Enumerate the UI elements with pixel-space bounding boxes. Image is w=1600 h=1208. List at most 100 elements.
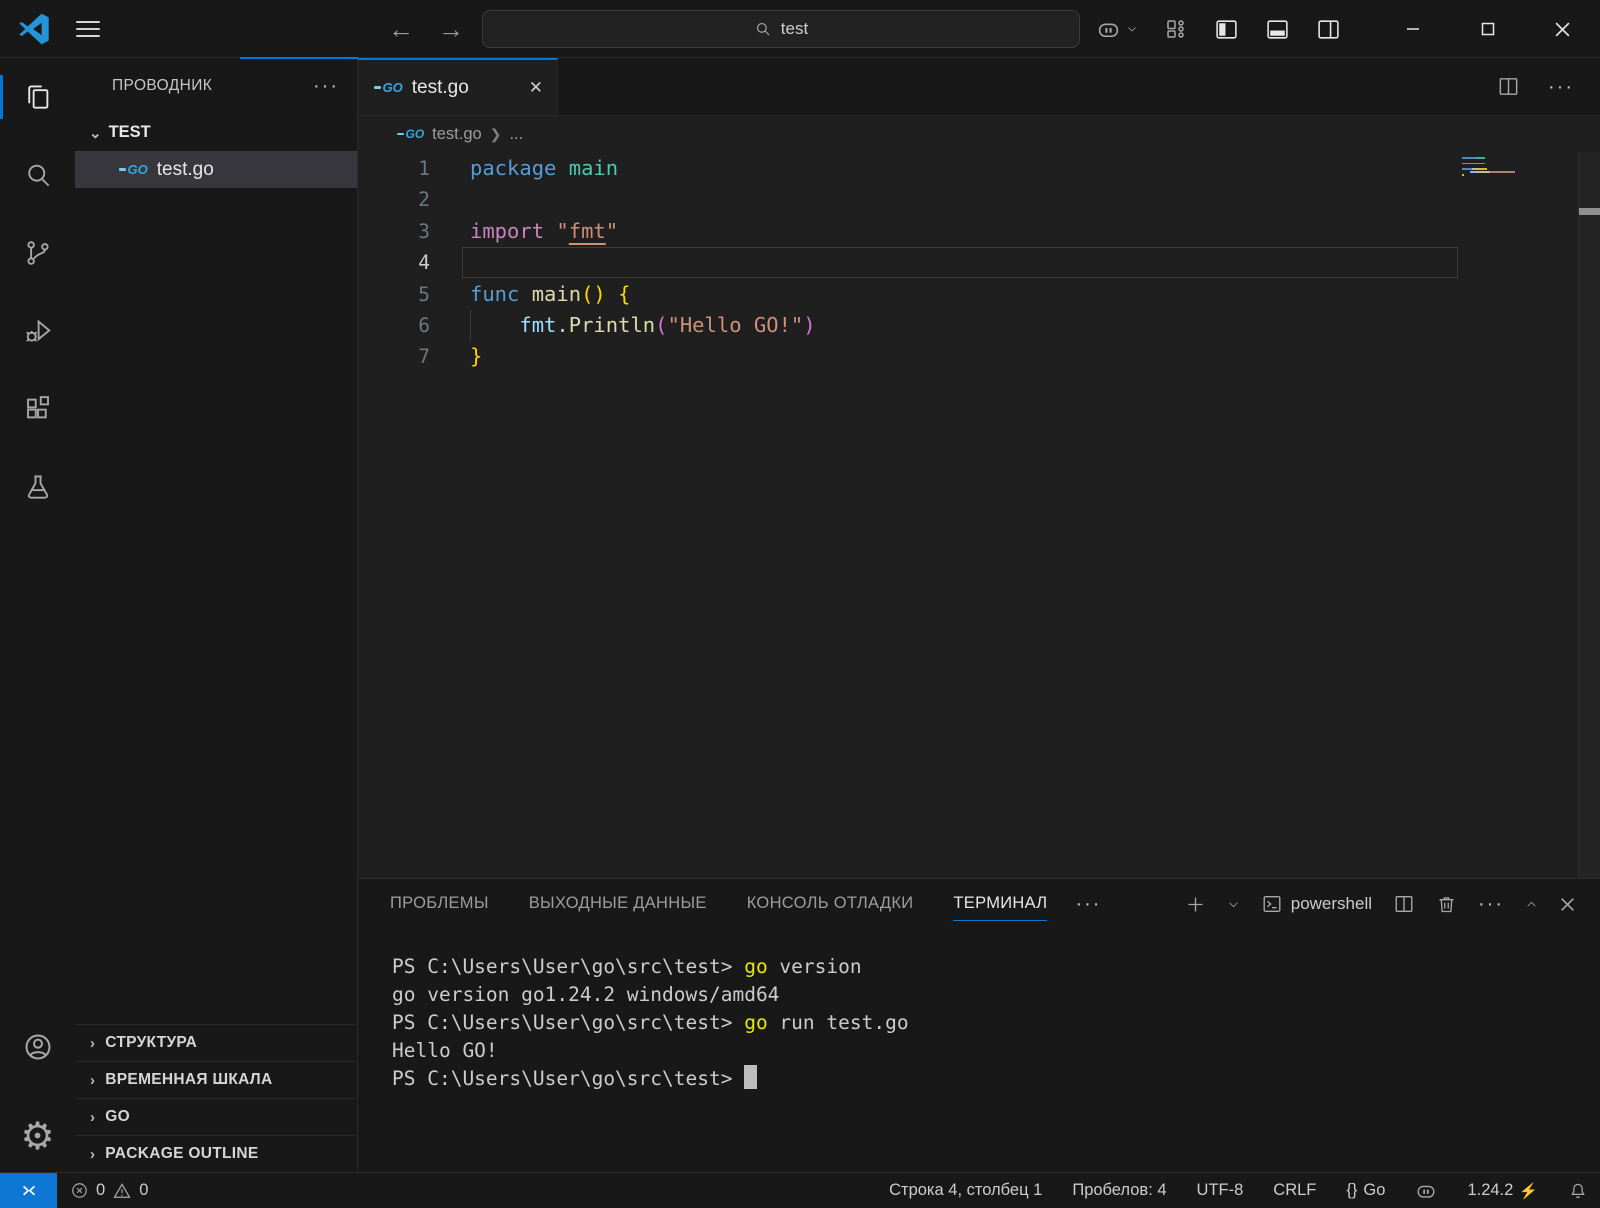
chevron-down-icon[interactable] xyxy=(1227,898,1240,911)
terminal-line: PS C:\Users\User\go\src\test> xyxy=(392,1065,1600,1093)
panel-tab-output[interactable]: ВЫХОДНЫЕ ДАННЫЕ xyxy=(529,888,707,921)
maximize-button[interactable] xyxy=(1450,0,1525,58)
terminal-line: PS C:\Users\User\go\src\test> go run tes… xyxy=(392,1009,1600,1037)
explorer-more-actions[interactable]: ··· xyxy=(313,82,339,90)
copilot-menu[interactable] xyxy=(1096,17,1138,42)
cursor-position[interactable]: Строка 4, столбец 1 xyxy=(889,1181,1042,1200)
remote-indicator[interactable] xyxy=(0,1173,57,1208)
section-timeline[interactable]: › ВРЕМЕННАЯ ШКАЛА xyxy=(75,1061,357,1098)
breadcrumb-symbol[interactable]: ... xyxy=(509,125,523,144)
chevron-up-icon[interactable] xyxy=(1525,898,1538,911)
search-icon xyxy=(23,160,53,190)
activity-settings[interactable]: ⚙ xyxy=(0,1102,75,1172)
warning-icon xyxy=(112,1181,132,1201)
file-row-test-go[interactable]: GO test.go xyxy=(75,151,357,188)
chevron-right-icon: › xyxy=(90,1035,95,1052)
file-label: test.go xyxy=(157,159,214,181)
panel-tabs-more[interactable]: ··· xyxy=(1075,900,1101,908)
gear-icon: ⚙ xyxy=(20,1118,54,1156)
code-line[interactable]: 3import "fmt" xyxy=(358,216,1600,247)
code-line[interactable]: 5func main() { xyxy=(358,279,1600,310)
encoding[interactable]: UTF-8 xyxy=(1197,1181,1244,1200)
activity-explorer[interactable] xyxy=(0,58,75,136)
extensions-icon xyxy=(23,394,53,424)
split-terminal-icon[interactable] xyxy=(1393,893,1415,915)
panel-tab-problems[interactable]: ПРОБЛЕМЫ xyxy=(390,888,489,921)
section-label: PACKAGE OUTLINE xyxy=(105,1145,258,1163)
terminal-cursor xyxy=(744,1065,757,1089)
activity-account[interactable] xyxy=(0,1008,75,1086)
chevron-right-icon: › xyxy=(90,1146,95,1163)
minimize-button[interactable] xyxy=(1375,0,1450,58)
breadcrumb-file[interactable]: test.go xyxy=(432,125,482,144)
folder-row-test[interactable]: ⌄ TEST xyxy=(75,114,357,151)
panel-more-actions[interactable]: ··· xyxy=(1478,900,1504,908)
trash-icon[interactable] xyxy=(1436,894,1457,915)
arrow-back-icon[interactable]: ← xyxy=(388,16,414,42)
search-value: test xyxy=(781,19,808,39)
command-center-search[interactable]: test xyxy=(482,10,1080,48)
notifications[interactable] xyxy=(1568,1181,1588,1201)
terminal[interactable]: PS C:\Users\User\go\src\test> go version… xyxy=(358,929,1600,1093)
close-panel-icon[interactable] xyxy=(1559,896,1576,913)
eol-sequence[interactable]: CRLF xyxy=(1273,1181,1316,1200)
sidebar-left-toggle-icon[interactable] xyxy=(1214,17,1239,42)
activity-source-control[interactable] xyxy=(0,214,75,292)
new-terminal-icon[interactable] xyxy=(1185,894,1206,915)
chevron-right-icon: ❯ xyxy=(490,126,502,143)
terminal-line: go version go1.24.2 windows/amd64 xyxy=(392,981,1600,1009)
arrow-forward-icon[interactable]: → xyxy=(438,16,464,42)
current-line-highlight xyxy=(462,247,1458,278)
error-icon xyxy=(70,1181,89,1200)
tab-test-go[interactable]: GO test.go ✕ xyxy=(358,58,558,115)
code-line[interactable]: 6 fmt.Println("Hello GO!") xyxy=(358,310,1600,341)
breadcrumb[interactable]: GO test.go ❯ ... xyxy=(358,116,1600,152)
go-file-icon: GO xyxy=(374,80,403,95)
activity-run-debug[interactable] xyxy=(0,292,75,370)
line-number: 4 xyxy=(358,247,430,278)
section-go[interactable]: › GO xyxy=(75,1098,357,1135)
line-number: 1 xyxy=(358,153,430,184)
go-file-icon: GO xyxy=(397,127,424,141)
bell-icon xyxy=(1568,1181,1588,1201)
section-label: GO xyxy=(105,1108,130,1126)
go-env-status[interactable]: 1.24.2 ⚡ xyxy=(1467,1181,1538,1200)
activity-search[interactable] xyxy=(0,136,75,214)
sidebar-title: ПРОВОДНИК xyxy=(112,77,313,95)
files-icon xyxy=(23,82,53,112)
code-line[interactable]: 7} xyxy=(358,341,1600,372)
layout-customize-icon[interactable] xyxy=(1164,17,1188,41)
language-mode[interactable]: {} Go xyxy=(1346,1181,1385,1200)
code-line[interactable]: 1package main xyxy=(358,153,1600,184)
panel-tab-terminal[interactable]: ТЕРМИНАЛ xyxy=(953,888,1047,921)
section-outline[interactable]: › СТРУКТУРА xyxy=(75,1024,357,1061)
editor-more-actions[interactable]: ··· xyxy=(1548,83,1574,91)
section-package-outline[interactable]: › PACKAGE OUTLINE xyxy=(75,1135,357,1172)
overview-ruler[interactable] xyxy=(1578,152,1600,878)
problems-status[interactable]: 0 0 xyxy=(70,1181,148,1201)
panel-toggle-icon[interactable] xyxy=(1265,17,1290,42)
menu-icon[interactable] xyxy=(76,21,100,37)
activity-testing[interactable] xyxy=(0,448,75,526)
branch-icon xyxy=(23,238,53,268)
tab-close-icon[interactable]: ✕ xyxy=(529,78,543,98)
panel-tab-debug-console[interactable]: КОНСОЛЬ ОТЛАДКИ xyxy=(747,888,914,921)
account-icon xyxy=(22,1031,54,1063)
chevron-right-icon: › xyxy=(90,1072,95,1089)
code-editor[interactable]: 1package main23import "fmt"45func main()… xyxy=(358,152,1600,878)
copilot-status[interactable] xyxy=(1415,1180,1437,1202)
section-label: ВРЕМЕННАЯ ШКАЛА xyxy=(105,1071,272,1089)
debug-icon xyxy=(23,316,53,346)
chevron-down-icon xyxy=(1126,23,1138,35)
folder-label: TEST xyxy=(109,123,151,142)
activity-extensions[interactable] xyxy=(0,370,75,448)
terminal-line: PS C:\Users\User\go\src\test> go version xyxy=(392,953,1600,981)
split-editor-icon[interactable] xyxy=(1497,75,1520,98)
code-line[interactable]: 2 xyxy=(358,184,1600,215)
close-button[interactable] xyxy=(1525,0,1600,58)
terminal-shell-item[interactable]: powershell xyxy=(1261,893,1372,915)
terminal-line: Hello GO! xyxy=(392,1037,1600,1065)
minimap[interactable] xyxy=(1462,157,1528,176)
sidebar-right-toggle-icon[interactable] xyxy=(1316,17,1341,42)
indentation[interactable]: Пробелов: 4 xyxy=(1072,1181,1166,1200)
